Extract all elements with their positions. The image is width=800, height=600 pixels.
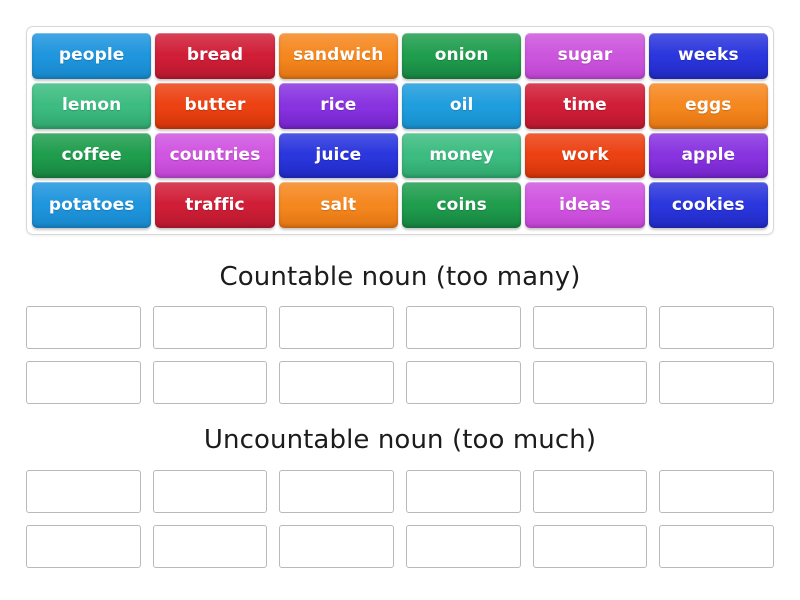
- drop-slot[interactable]: [152, 306, 268, 349]
- word-tile[interactable]: apple: [648, 132, 768, 179]
- word-tile-label: ideas: [559, 194, 611, 215]
- word-tile-label: bread: [186, 45, 244, 66]
- word-tile[interactable]: rice: [278, 82, 398, 129]
- word-tile-tray: people bread sandwich onion sugar weeks lemon b…: [26, 26, 774, 235]
- word-tile[interactable]: money: [402, 132, 522, 179]
- drop-slot[interactable]: [26, 306, 141, 349]
- word-tile[interactable]: time: [525, 82, 645, 129]
- drop-slot[interactable]: [279, 306, 394, 349]
- activity-stage: people bread sandwich onion sugar weeks lemon b…: [0, 0, 800, 600]
- word-tile-label: coffee: [61, 144, 122, 165]
- word-tile[interactable]: weeks: [648, 33, 768, 79]
- drop-slot[interactable]: [659, 306, 774, 349]
- drop-slot[interactable]: [152, 361, 268, 404]
- word-tile[interactable]: lemon: [32, 82, 152, 129]
- word-tile[interactable]: sugar: [525, 33, 645, 79]
- word-tile-label: juice: [315, 144, 362, 165]
- drop-slot[interactable]: [532, 470, 648, 513]
- drop-slot[interactable]: [659, 361, 774, 404]
- word-tile[interactable]: cookies: [648, 182, 768, 228]
- drop-slot[interactable]: [152, 525, 268, 568]
- drop-slot[interactable]: [279, 525, 394, 568]
- word-tile-label: countries: [169, 144, 261, 165]
- drop-slot[interactable]: [532, 306, 648, 349]
- drop-slot[interactable]: [405, 306, 521, 349]
- drop-slot[interactable]: [26, 525, 141, 568]
- word-tile-label: weeks: [677, 45, 739, 66]
- word-tile[interactable]: oil: [402, 82, 522, 129]
- word-tile-label: butter: [184, 95, 246, 116]
- word-tile-label: lemon: [61, 95, 122, 116]
- word-tile[interactable]: sandwich: [278, 33, 398, 79]
- word-tile-label: coins: [436, 194, 487, 215]
- word-tile-label: cookies: [671, 194, 745, 215]
- word-tile-grid: people bread sandwich onion sugar weeks lemon b…: [32, 33, 768, 228]
- word-tile-label: time: [563, 95, 607, 116]
- word-tile-label: onion: [434, 45, 489, 66]
- word-tile-label: salt: [320, 194, 357, 215]
- word-tile[interactable]: onion: [402, 33, 522, 79]
- word-tile[interactable]: work: [525, 132, 645, 179]
- group-title-uncountable: Uncountable noun (too much): [203, 425, 597, 455]
- word-tile[interactable]: butter: [155, 82, 275, 129]
- drop-slot[interactable]: [659, 525, 774, 568]
- word-tile-label: traffic: [185, 194, 245, 215]
- word-tile-label: sugar: [557, 45, 613, 66]
- word-tile[interactable]: traffic: [155, 182, 275, 228]
- word-tile[interactable]: coins: [402, 182, 522, 228]
- drop-slot[interactable]: [26, 470, 141, 513]
- drop-slot[interactable]: [279, 470, 394, 513]
- word-tile-label: eggs: [685, 95, 732, 116]
- drop-slot[interactable]: [659, 470, 774, 513]
- drop-slot[interactable]: [532, 525, 648, 568]
- drop-slot-grid-uncountable: [26, 470, 774, 568]
- word-tile[interactable]: juice: [278, 132, 398, 179]
- word-tile-label: oil: [449, 95, 474, 116]
- word-tile[interactable]: eggs: [648, 82, 768, 129]
- drop-slot[interactable]: [405, 525, 521, 568]
- drop-slot-grid-countable: [26, 306, 774, 404]
- word-tile[interactable]: potatoes: [32, 182, 152, 228]
- word-tile[interactable]: bread: [155, 33, 275, 79]
- drop-slot[interactable]: [152, 470, 268, 513]
- drop-slot[interactable]: [279, 361, 394, 404]
- drop-slot[interactable]: [26, 361, 141, 404]
- word-tile-label: money: [429, 144, 494, 165]
- drop-slot[interactable]: [405, 361, 521, 404]
- word-tile-label: potatoes: [48, 194, 135, 215]
- word-tile[interactable]: salt: [278, 182, 398, 228]
- word-tile[interactable]: coffee: [32, 132, 152, 179]
- drop-slot[interactable]: [532, 361, 648, 404]
- word-tile[interactable]: countries: [155, 132, 275, 179]
- word-tile[interactable]: people: [32, 33, 152, 79]
- word-tile-label: sandwich: [293, 45, 384, 66]
- word-tile-label: people: [58, 45, 125, 66]
- word-tile[interactable]: ideas: [525, 182, 645, 228]
- group-title-countable: Countable noun (too many): [219, 262, 581, 292]
- word-tile-label: rice: [320, 95, 357, 116]
- drop-slot[interactable]: [405, 470, 521, 513]
- word-tile-label: work: [561, 144, 609, 165]
- word-tile-label: apple: [681, 144, 736, 165]
